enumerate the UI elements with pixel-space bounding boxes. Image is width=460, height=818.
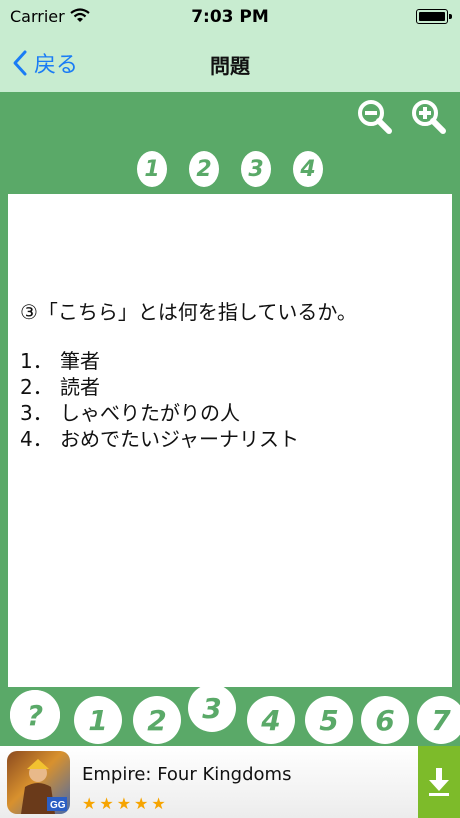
navigation-bar: 戻る 問題 bbox=[0, 34, 460, 92]
bottom-nav-3[interactable]: 3 bbox=[188, 684, 236, 732]
question-tab-2[interactable]: 2 bbox=[189, 151, 219, 187]
status-bar: Carrier 7:03 PM bbox=[0, 0, 460, 34]
help-label: ? bbox=[26, 698, 44, 732]
bottom-nav-5[interactable]: 5 bbox=[305, 696, 353, 744]
zoom-in-icon[interactable] bbox=[410, 98, 448, 136]
ad-title: Empire: Four Kingdoms bbox=[82, 764, 292, 785]
question-tab-4[interactable]: 4 bbox=[293, 151, 323, 187]
download-arrow-icon bbox=[429, 768, 449, 796]
ad-badge-text: GG bbox=[50, 800, 66, 811]
answer-options: 1． 筆者 2． 読者 3． しゃべりたがりの人 4． おめでたいジャーナリスト bbox=[20, 348, 299, 452]
question-panel: ③「こちら」とは何を指しているか。 1． 筆者 2． 読者 3． しゃべりたがり… bbox=[8, 194, 452, 687]
help-flower-button[interactable]: ? bbox=[10, 690, 60, 740]
question-tab-1[interactable]: 1 bbox=[137, 151, 167, 187]
status-time: 7:03 PM bbox=[191, 7, 269, 27]
option-text: 筆者 bbox=[60, 349, 100, 373]
bottom-nav-6[interactable]: 6 bbox=[361, 696, 409, 744]
answer-option[interactable]: 3． しゃべりたがりの人 bbox=[20, 400, 299, 426]
option-text: 読者 bbox=[60, 375, 100, 399]
option-text: しゃべりたがりの人 bbox=[60, 401, 240, 425]
bottom-nav-2[interactable]: 2 bbox=[133, 696, 181, 744]
bottom-nav-1[interactable]: 1 bbox=[74, 696, 122, 744]
answer-option[interactable]: 2． 読者 bbox=[20, 374, 299, 400]
option-number: 1． bbox=[20, 349, 53, 373]
option-number: 2． bbox=[20, 375, 53, 399]
bottom-nav-7[interactable]: 7 bbox=[417, 696, 460, 744]
zoom-out-icon[interactable] bbox=[356, 98, 394, 136]
question-text: ③「こちら」とは何を指しているか。 bbox=[20, 300, 357, 324]
bottom-nav-4[interactable]: 4 bbox=[247, 696, 295, 744]
battery-icon bbox=[416, 9, 452, 24]
answer-option[interactable]: 1． 筆者 bbox=[20, 348, 299, 374]
page-title: 問題 bbox=[210, 54, 250, 78]
ad-banner[interactable]: GG Empire: Four Kingdoms ★★★★★ bbox=[0, 746, 460, 818]
knight-icon: GG bbox=[21, 759, 67, 814]
option-number: 3． bbox=[20, 401, 53, 425]
option-text: おめでたいジャーナリスト bbox=[60, 427, 299, 451]
question-tab-3[interactable]: 3 bbox=[241, 151, 271, 187]
ad-rating-stars: ★★★★★ bbox=[82, 794, 169, 813]
ad-app-icon: GG bbox=[7, 751, 70, 814]
option-number: 4． bbox=[20, 427, 53, 451]
answer-option[interactable]: 4． おめでたいジャーナリスト bbox=[20, 426, 299, 452]
download-button[interactable] bbox=[418, 746, 460, 818]
